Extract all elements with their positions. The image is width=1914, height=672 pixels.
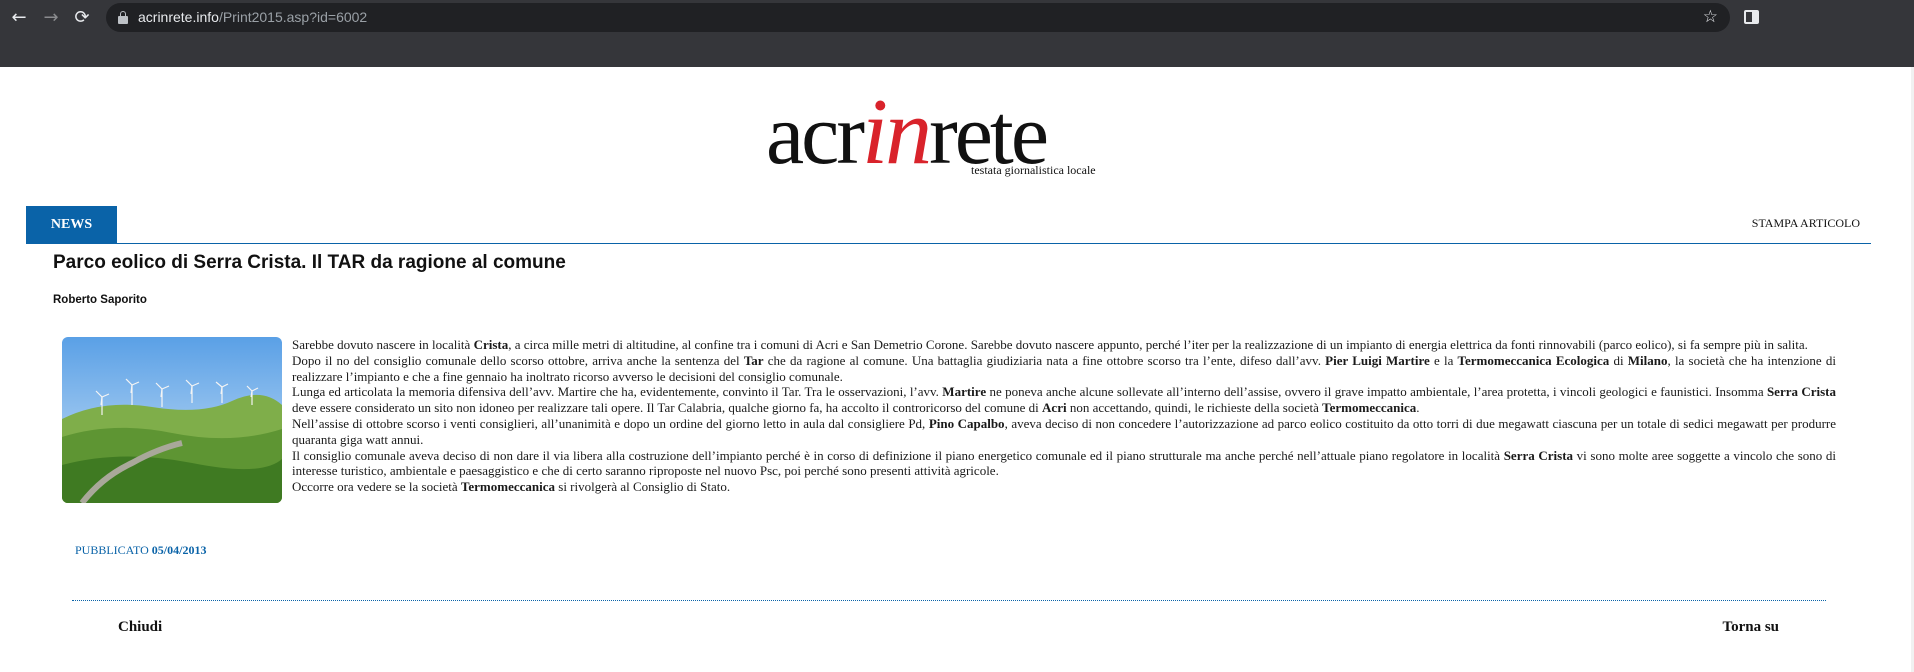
article-paragraph: Nell’assise di ottobre scorso i venti co… <box>292 415 1836 447</box>
url-path: /Print2015.asp?id=6002 <box>218 9 368 25</box>
article-author: Roberto Saporito <box>53 294 147 306</box>
close-button[interactable]: Chiudi <box>118 619 162 636</box>
published-label: PUBBLICATO <box>75 543 149 557</box>
site-logo[interactable]: acrinrete testata giornalistica locale <box>766 82 1136 192</box>
article-body: Sarebbe dovuto nascere in località Crist… <box>292 337 1836 495</box>
article-photo <box>62 337 282 503</box>
back-icon[interactable]: ← <box>7 6 31 30</box>
tab-divider <box>26 243 1871 244</box>
article-paragraph: Lunga ed articolata la memoria difensiva… <box>292 384 1837 416</box>
reload-icon[interactable]: ⟳ <box>70 6 94 30</box>
url-text[interactable]: acrinrete.info/Print2015.asp?id=6002 <box>138 3 367 32</box>
article-paragraph: Dopo il no del consiglio comunale dello … <box>292 352 1836 384</box>
article-paragraph: Sarebbe dovuto nascere in località Crist… <box>292 337 1808 352</box>
forward-icon[interactable]: → <box>39 6 63 30</box>
back-to-top-button[interactable]: Torna su <box>1722 619 1779 636</box>
logo-part-acr: acr <box>766 86 865 182</box>
article-paragraph: Occorre ora vedere se la società Termome… <box>292 479 731 495</box>
browser-toolbar: ← → ⟳ acrinrete.info/Print2015.asp?id=60… <box>0 0 1914 67</box>
article-title: Parco eolico di Serra Crista. Il TAR da … <box>53 252 566 273</box>
logo-part-in: in <box>861 80 932 184</box>
published-info: PUBBLICATO 05/04/2013 <box>75 543 206 558</box>
side-panel-icon[interactable] <box>1744 10 1759 24</box>
tab-news[interactable]: NEWS <box>26 206 117 243</box>
logo-tagline: testata giornalistica locale <box>971 163 1096 177</box>
article-paragraph: Il consiglio comunale aveva deciso di no… <box>292 447 1836 479</box>
url-domain: acrinrete.info <box>138 9 219 25</box>
address-bar[interactable]: acrinrete.info/Print2015.asp?id=6002 ☆ <box>106 3 1730 32</box>
lock-icon[interactable] <box>118 11 128 24</box>
footer-divider <box>72 600 1826 601</box>
published-date: 05/04/2013 <box>151 543 207 557</box>
print-article-link[interactable]: STAMPA ARTICOLO <box>1752 216 1860 231</box>
star-icon[interactable]: ☆ <box>1703 5 1718 30</box>
